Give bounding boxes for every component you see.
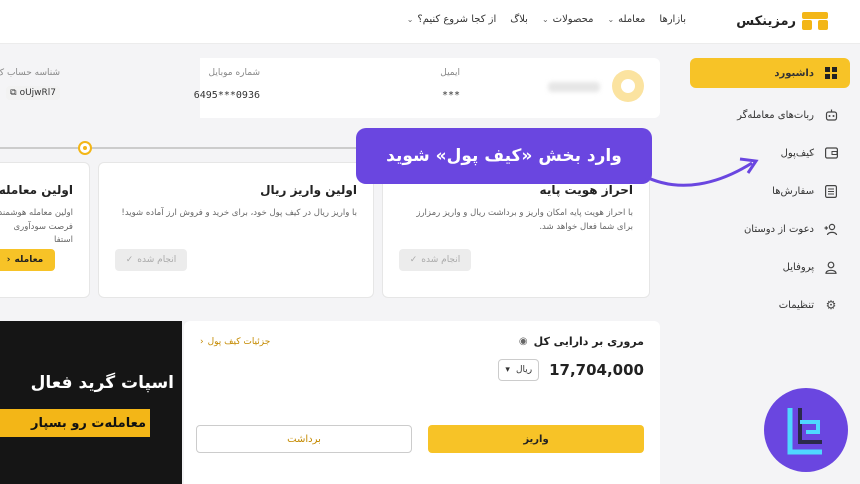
mobile-field: شماره موبایل 0936***6495	[194, 68, 260, 101]
top-navbar: رمزینکس بازارها معامله ⌄ محصولات ⌄ بلاگ از…	[0, 0, 860, 44]
chevron-left-icon: ‹	[6, 255, 11, 265]
email-label: ایمیل	[440, 68, 460, 78]
blurred-username	[548, 82, 600, 92]
step-desc: با احراز هویت پایه امکان واریز و برداشت …	[416, 208, 633, 232]
sidebar-item-settings[interactable]: ⚙ تنظیمات	[690, 286, 850, 324]
instruction-callout: وارد بخش «کیف پول» شوید	[356, 128, 652, 184]
user-icon	[824, 260, 838, 274]
withdraw-button[interactable]: برداشت	[196, 425, 412, 453]
step-title: اولین واریز ریال	[260, 183, 357, 197]
step-card-first-trade: اولین معامله اولین معامله هوشمند فرصت سو…	[0, 162, 90, 298]
done-button[interactable]: انجام شده ✓	[399, 249, 471, 271]
profile-summary-card: ایمیل *** شماره موبایل 0936***6495 شناسه…	[0, 58, 660, 118]
balance-value: 17,704,000	[549, 361, 644, 379]
chevron-down-icon: ⌄	[541, 15, 549, 24]
grid-icon	[824, 66, 838, 80]
mobile-value: 0936***6495	[193, 90, 260, 101]
sidebar-item-label: تنظیمات	[778, 299, 814, 311]
sidebar-item-bots[interactable]: ربات‌های معامله‌گر	[690, 96, 850, 134]
sidebar: داشبورد ربات‌های معامله‌گر کیف‌پول ⌄ سفا…	[690, 58, 850, 324]
copy-icon[interactable]: ⧉	[10, 88, 16, 98]
chevron-down-icon: ▾	[505, 365, 510, 375]
asset-title: مروری بر دارایی کل ◉	[519, 335, 644, 348]
robot-icon	[824, 108, 838, 122]
nav-label: بازارها	[659, 14, 686, 25]
mobile-label: شماره موبایل	[208, 68, 260, 78]
account-id-chip[interactable]: oUjwRl7 ⧉	[6, 86, 60, 100]
nav-item-markets[interactable]: بازارها	[659, 14, 686, 25]
done-label: انجام شده	[137, 255, 177, 265]
nav-item-blog[interactable]: بلاگ	[510, 14, 528, 25]
step-title: احراز هویت پایه	[539, 183, 633, 197]
nav-label: از کجا شروع کنیم؟	[417, 14, 497, 25]
chevron-down-icon: ⌄	[406, 15, 414, 24]
email-value: ***	[441, 90, 460, 101]
progress-step-dot	[78, 141, 92, 155]
user-plus-icon	[824, 222, 838, 236]
nav-item-products[interactable]: محصولات ⌄	[542, 14, 593, 25]
sidebar-item-label: دعوت از دوستان	[743, 223, 814, 235]
step-card-first-deposit: اولین واریز ریال با واریز ریال در کیف پو…	[98, 162, 374, 298]
step-title: اولین معامله	[0, 183, 73, 197]
watermark-logo-icon	[764, 388, 848, 472]
nav-label: محصولات	[552, 14, 594, 25]
trade-label: معامله	[14, 255, 44, 265]
nav-label: معامله	[618, 14, 646, 25]
chevron-down-icon: ⌄	[808, 261, 817, 273]
user-icon	[621, 79, 635, 93]
avatar[interactable]	[612, 70, 644, 102]
currency-select[interactable]: ریال ▾	[498, 359, 540, 381]
check-circle-icon: ✓	[409, 255, 418, 265]
chevron-left-icon: ‹	[200, 337, 204, 347]
nav-label: بلاگ	[510, 14, 528, 25]
balance-row: 17,704,000 ریال ▾	[498, 359, 644, 381]
logo-text: رمزینکس	[736, 13, 796, 29]
chevron-down-icon: ⌄	[808, 185, 817, 197]
done-button[interactable]: انجام شده ✓	[115, 249, 187, 271]
promo-headline: اسپات گرید فعال	[30, 373, 174, 393]
wallet-details-link[interactable]: جزئیات کیف پول ‹	[200, 337, 270, 347]
wallet-details-label: جزئیات کیف پول	[207, 337, 271, 347]
gear-icon: ⚙	[825, 298, 837, 312]
step-desc: با واریز ریال در کیف پول خود، برای خرید …	[121, 208, 357, 218]
asset-overview-card: مروری بر دارایی کل ◉ جزئیات کیف پول ‹ 17…	[184, 321, 660, 484]
deposit-button[interactable]: واریز	[428, 425, 644, 453]
account-id-label: شناسه حساب ک	[0, 68, 60, 78]
logo[interactable]: رمزینکس	[736, 12, 828, 30]
step-desc: اولین معامله هوشمند فرصت سودآوری استفا	[0, 208, 73, 246]
done-label: انجام شده	[421, 255, 461, 265]
nav-item-getting-started[interactable]: از کجا شروع کنیم؟ ⌄	[407, 14, 497, 25]
callout-text: وارد بخش «کیف پول» شوید	[386, 146, 622, 166]
sidebar-item-invite[interactable]: دعوت از دوستان	[690, 210, 850, 248]
main-nav: بازارها معامله ⌄ محصولات ⌄ بلاگ از کجا شرو…	[407, 14, 686, 25]
nav-item-trade[interactable]: معامله ⌄	[607, 14, 645, 25]
chevron-down-icon: ⌄	[607, 15, 615, 24]
sidebar-item-label: داشبورد	[774, 67, 814, 79]
sidebar-item-profile[interactable]: پروفایل ⌄	[690, 248, 850, 286]
chevron-down-icon: ⌄	[808, 147, 817, 159]
account-id-value: oUjwRl7	[19, 88, 56, 98]
callout-arrow-icon	[641, 157, 759, 187]
promo-subline: معامله‌ت رو بسپار	[31, 416, 146, 431]
list-icon	[824, 184, 838, 198]
check-circle-icon: ✓	[125, 255, 134, 265]
account-id-field: شناسه حساب ک oUjwRl7 ⧉	[0, 68, 60, 100]
promo-banner[interactable]: اسپات گرید فعال معامله‌ت رو بسپار	[0, 321, 182, 484]
sidebar-item-dashboard[interactable]: داشبورد	[690, 58, 850, 88]
wallet-icon	[824, 146, 838, 160]
eye-icon[interactable]: ◉	[519, 336, 528, 347]
currency-label: ریال	[515, 365, 533, 375]
trade-button[interactable]: معامله ‹	[0, 249, 55, 271]
email-field: ایمیل ***	[440, 68, 460, 101]
logo-icon	[802, 12, 828, 30]
asset-title-text: مروری بر دارایی کل	[533, 335, 644, 348]
sidebar-item-label: ربات‌های معامله‌گر	[737, 109, 814, 121]
